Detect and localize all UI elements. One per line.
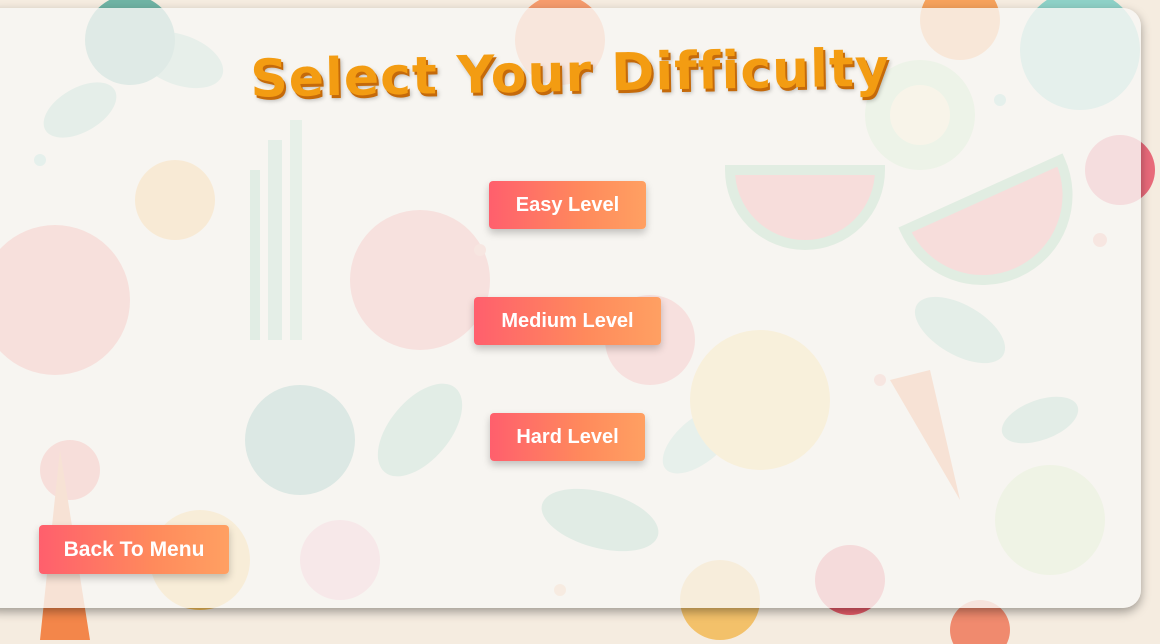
hard-level-button[interactable]: Hard Level — [490, 413, 645, 461]
back-to-menu-button[interactable]: Back To Menu — [39, 525, 229, 574]
medium-level-button[interactable]: Medium Level — [474, 297, 661, 345]
easy-level-button[interactable]: Easy Level — [489, 181, 646, 229]
